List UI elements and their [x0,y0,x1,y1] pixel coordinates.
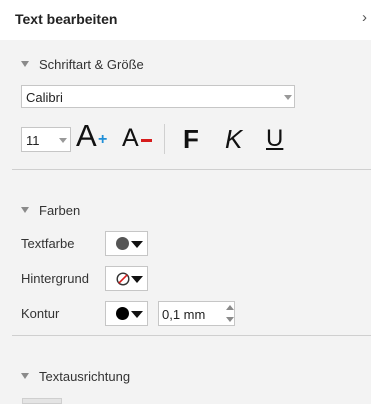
section-font-label: Schriftart & Größe [39,57,144,72]
outline-width-value: 0,1 mm [162,307,206,322]
dropdown-arrow-icon [131,311,143,318]
outline-width-stepper[interactable]: 0,1 mm [158,301,235,326]
toolbar-divider [164,124,165,154]
chevron-down-icon [284,95,292,100]
section-alignment-header[interactable]: Textausrichtung [0,367,371,389]
dropdown-arrow-icon [131,276,143,283]
increase-font-size-button[interactable]: A + [76,118,112,153]
font-family-value: Calibri [26,90,63,105]
minus-icon [141,139,152,142]
section-font-header[interactable]: Schriftart & Größe [0,55,371,77]
close-panel-icon[interactable]: › [362,9,367,26]
text-color-label: Textfarbe [21,236,75,251]
plus-icon: + [98,131,108,148]
no-fill-icon [116,272,130,286]
decrease-font-size-button[interactable]: A [122,123,156,155]
section-divider [12,169,371,170]
collapse-caret-icon [21,207,29,213]
panel-header: Text bearbeiten › [0,0,371,40]
background-color-picker[interactable] [105,266,148,291]
section-colors-label: Farben [39,203,81,218]
font-size-value: 11 [26,133,40,148]
spin-down-icon[interactable] [226,317,234,322]
italic-button[interactable]: K [225,124,245,156]
panel-title: Text bearbeiten [15,11,118,27]
font-family-select[interactable]: Calibri [21,85,295,108]
font-size-select[interactable]: 11 [21,127,71,152]
section-divider [12,335,371,336]
outline-label: Kontur [21,306,60,321]
spin-up-icon[interactable] [226,305,234,310]
collapse-caret-icon [21,373,29,379]
outline-color-picker[interactable] [105,301,148,326]
underline-button[interactable]: U [266,124,288,156]
chevron-down-icon [59,138,67,143]
section-colors-header[interactable]: Farben [0,201,371,223]
section-alignment-label: Textausrichtung [39,369,131,384]
text-color-picker[interactable] [105,231,148,256]
color-swatch-icon [116,307,129,320]
bold-button[interactable]: F [183,124,203,156]
shrink-font-letter: A [122,124,139,152]
dropdown-arrow-icon [131,241,143,248]
background-color-label: Hintergrund [21,271,89,286]
grow-font-letter: A [76,118,97,153]
alignment-option-button[interactable] [22,398,62,404]
collapse-caret-icon [21,61,29,67]
color-swatch-icon [116,237,129,250]
